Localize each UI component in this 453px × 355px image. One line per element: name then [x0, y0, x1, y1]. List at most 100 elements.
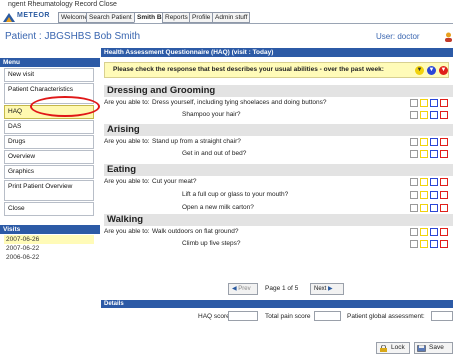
user-icon[interactable] [444, 32, 453, 42]
answer-options [410, 98, 452, 107]
question-row: Get in and out of bed? [104, 149, 404, 159]
answer-unable-checkbox[interactable] [440, 99, 448, 107]
question-prefix: Are you able to: [104, 138, 150, 145]
answer-unable-checkbox[interactable] [440, 204, 448, 212]
answer-much-difficulty-checkbox[interactable] [430, 99, 438, 107]
prev-button[interactable]: ◀ Prev [228, 283, 258, 295]
answer-no-difficulty-checkbox[interactable] [410, 228, 418, 236]
patient-global-label: Patient global assessment: [347, 313, 425, 320]
lock-button[interactable]: Lock [376, 342, 410, 354]
question-row: Are you able to: Walk outdoors on flat g… [104, 227, 404, 237]
user-label: User: doctor [376, 32, 420, 41]
menubar-text[interactable]: ngent Rheumatology Record Close [8, 1, 117, 8]
answer-unable-checkbox[interactable] [440, 240, 448, 248]
sidebar-item-drugs[interactable]: Drugs [4, 135, 94, 149]
tab-admin-stuff[interactable]: Admin stuff [212, 12, 251, 23]
answer-no-difficulty-checkbox[interactable] [410, 111, 418, 119]
answer-no-difficulty-checkbox[interactable] [410, 240, 418, 248]
prev-label: Prev [238, 286, 251, 292]
question-text: Cut your meat? [152, 178, 197, 185]
answer-no-difficulty-checkbox[interactable] [410, 191, 418, 199]
section-arising: Arising [104, 124, 453, 136]
pager: ◀ Prev Page 1 of 5 Next ▶ [228, 283, 348, 295]
visit-row[interactable]: 2007-06-26 [4, 235, 94, 244]
answer-unable-checkbox[interactable] [440, 111, 448, 119]
answer-options [410, 203, 452, 212]
next-button[interactable]: Next ▶ [310, 283, 344, 295]
answer-much-difficulty-checkbox[interactable] [430, 178, 438, 186]
answer-much-difficulty-checkbox[interactable] [430, 138, 438, 146]
tab-reports[interactable]: Reports [162, 12, 191, 23]
answer-legend-blue-icon: ▼ [427, 66, 436, 75]
haq-score-label: HAQ score [198, 313, 230, 320]
answer-no-difficulty-checkbox[interactable] [410, 150, 418, 158]
answer-much-difficulty-checkbox[interactable] [430, 228, 438, 236]
sidebar-item-overview[interactable]: Overview [4, 150, 94, 164]
question-text: Dress yourself, including tying shoelace… [152, 99, 327, 106]
question-prefix: Are you able to: [104, 228, 150, 235]
answer-some-difficulty-checkbox[interactable] [420, 240, 428, 248]
sidebar-item-close[interactable]: Close [4, 202, 94, 216]
question-row: Shampoo your hair? [104, 110, 404, 120]
answer-no-difficulty-checkbox[interactable] [410, 204, 418, 212]
lock-label: Lock [391, 344, 405, 351]
tab-profile[interactable]: Profile [189, 12, 214, 23]
question-prefix: Are you able to: [104, 99, 150, 106]
answer-no-difficulty-checkbox[interactable] [410, 178, 418, 186]
answer-unable-checkbox[interactable] [440, 178, 448, 186]
haq-score-field[interactable] [228, 311, 258, 321]
answer-options [410, 190, 452, 199]
instruction-text: Please check the response that best desc… [113, 66, 384, 73]
answer-no-difficulty-checkbox[interactable] [410, 99, 418, 107]
brand-name: METEOR [17, 12, 50, 19]
sidebar-item-print-patient-overview[interactable]: Print Patient Overview [4, 180, 94, 201]
question-text: Stand up from a straight chair? [152, 138, 241, 145]
arrow-left-icon: ◀ [232, 286, 237, 292]
sidebar: Menu New visit Patient Characteristics H… [0, 48, 100, 355]
answer-unable-checkbox[interactable] [440, 191, 448, 199]
answer-some-difficulty-checkbox[interactable] [420, 138, 428, 146]
patient-global-field[interactable] [431, 311, 453, 321]
answer-no-difficulty-checkbox[interactable] [410, 138, 418, 146]
answer-much-difficulty-checkbox[interactable] [430, 111, 438, 119]
visit-row[interactable]: 2007-06-22 [4, 244, 94, 253]
answer-some-difficulty-checkbox[interactable] [420, 178, 428, 186]
page-indicator: Page 1 of 5 [265, 285, 299, 292]
meteor-logo-icon [3, 13, 15, 22]
answer-some-difficulty-checkbox[interactable] [420, 150, 428, 158]
answer-some-difficulty-checkbox[interactable] [420, 228, 428, 236]
tab-search-patient[interactable]: Search Patient [86, 12, 135, 23]
answer-much-difficulty-checkbox[interactable] [430, 191, 438, 199]
visits-header: Visits [0, 225, 100, 234]
answer-some-difficulty-checkbox[interactable] [420, 191, 428, 199]
answer-some-difficulty-checkbox[interactable] [420, 99, 428, 107]
save-button[interactable]: Save [414, 342, 453, 354]
details-panel: Details HAQ score Total pain score Patie… [101, 300, 453, 340]
answer-unable-checkbox[interactable] [440, 150, 448, 158]
patient-title: Patient : JBGSHBS Bob Smith [5, 31, 141, 42]
question-row: Are you able to: Stand up from a straigh… [104, 137, 404, 147]
answer-options [410, 137, 452, 146]
answer-much-difficulty-checkbox[interactable] [430, 204, 438, 212]
sidebar-item-graphics[interactable]: Graphics [4, 165, 94, 179]
total-pain-field[interactable] [314, 311, 341, 321]
answer-unable-checkbox[interactable] [440, 228, 448, 236]
save-icon [417, 345, 426, 352]
haq-panel: Health Assessment Questionnaire (HAQ) (v… [101, 48, 453, 295]
visit-row[interactable]: 2006-06-22 [4, 253, 94, 262]
answer-options [410, 227, 452, 236]
answer-some-difficulty-checkbox[interactable] [420, 204, 428, 212]
answer-much-difficulty-checkbox[interactable] [430, 150, 438, 158]
tab-bar: METEOR Welcome Search Patient Smith B. R… [0, 10, 453, 24]
question-text: Shampoo your hair? [182, 111, 241, 118]
section-walking: Walking [104, 214, 453, 226]
answer-much-difficulty-checkbox[interactable] [430, 240, 438, 248]
answer-some-difficulty-checkbox[interactable] [420, 111, 428, 119]
answer-unable-checkbox[interactable] [440, 138, 448, 146]
question-row: Climb up five steps? [104, 239, 404, 249]
section-eating: Eating [104, 164, 453, 176]
sidebar-item-das[interactable]: DAS [4, 120, 94, 134]
answer-options [410, 239, 452, 248]
question-prefix: Are you able to: [104, 178, 150, 185]
sidebar-item-new-visit[interactable]: New visit [4, 68, 94, 82]
